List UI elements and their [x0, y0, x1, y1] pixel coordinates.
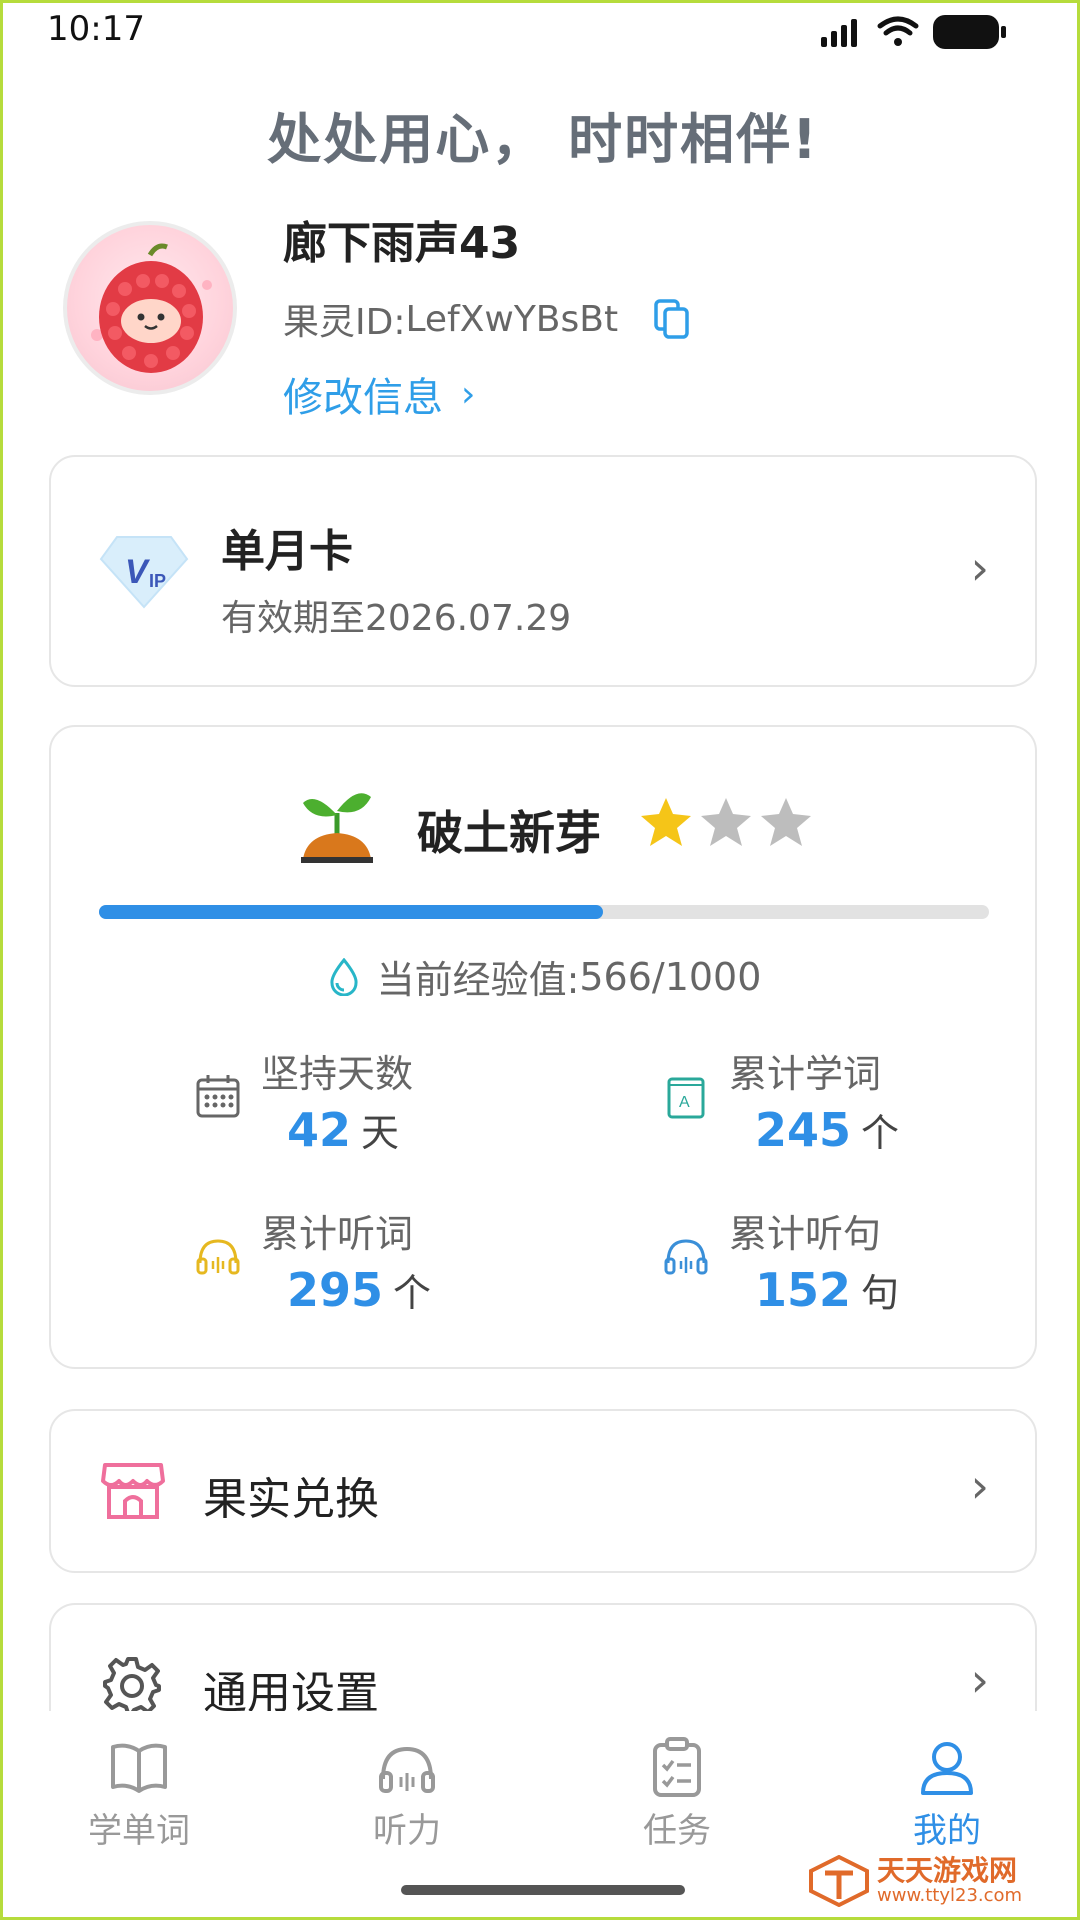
nav-label: 学单词 [88, 1811, 190, 1851]
sprout-icon [301, 793, 373, 863]
stat-value: 152 [755, 1263, 852, 1317]
svg-text:A: A [679, 1094, 690, 1111]
calendar-icon [196, 1075, 240, 1118]
stat-value: 295 [287, 1263, 384, 1317]
star-empty-icon [701, 798, 751, 846]
chevron-right-icon: › [970, 1459, 989, 1513]
fruit-exchange-row[interactable]: 果实兑换 › [49, 1409, 1037, 1573]
fruit-exchange-label: 果实兑换 [203, 1474, 379, 1525]
home-indicator[interactable] [401, 1885, 685, 1895]
stat-words: A 累计学词 245 个 [663, 1043, 899, 1157]
copy-icon[interactable] [654, 299, 690, 339]
svg-text:IP: IP [149, 571, 166, 591]
username: 廊下雨声43 [283, 218, 521, 269]
watermark-text: 天天游戏网 [877, 1853, 1018, 1887]
user-id-value: LefXwYBsBt [405, 298, 619, 340]
chevron-right-icon: › [970, 1653, 989, 1707]
vip-plan-name: 单月卡 [221, 526, 353, 577]
slogan: 处处用心， 时时相伴! [267, 108, 819, 171]
stat-days: 坚持天数 42 天 [195, 1043, 413, 1157]
book-icon [111, 1743, 167, 1793]
stat-label: 累计听词 [261, 1212, 414, 1256]
star-filled-icon [641, 798, 691, 846]
clipboard-icon [653, 1737, 701, 1797]
user-id-row: 果灵ID: LefXwYBsBt [283, 293, 690, 345]
water-drop-icon [330, 957, 358, 996]
nav-label: 听力 [373, 1811, 441, 1851]
stat-listen-words: 累计听词 295 个 [195, 1203, 431, 1317]
level-stars [639, 795, 813, 849]
watermark-url: www.ttyl23.com [877, 1884, 1023, 1906]
chevron-right-icon: › [970, 541, 989, 595]
nav-item-listening[interactable]: 听力 [327, 1737, 487, 1852]
store-icon [101, 1463, 165, 1519]
level-name: 破土新芽 [417, 806, 601, 860]
edit-profile-link[interactable]: 修改信息 › [283, 365, 475, 423]
exp-progress-bar [99, 905, 989, 919]
chevron-right-icon: › [461, 373, 476, 415]
stat-value: 245 [755, 1103, 852, 1157]
status-icons [819, 15, 1007, 49]
headphones-icon [379, 1746, 435, 1793]
level-card: 破土新芽 当前经验值: 566/1000 坚持天数 42 天 A 累计学词 24… [49, 725, 1037, 1369]
headphones-blue-icon [664, 1239, 708, 1275]
vip-card[interactable]: V IP 单月卡 有效期至2026.07.29 › [49, 455, 1037, 687]
exp-label: 当前经验值: [376, 958, 580, 1002]
wifi-icon [877, 16, 919, 46]
nav-label: 我的 [913, 1811, 981, 1851]
headphones-yellow-icon [196, 1239, 240, 1275]
user-id-label: 果灵ID: [283, 302, 406, 343]
vip-expiry: 有效期至2026.07.29 [221, 598, 572, 639]
vip-diamond-icon: V IP [99, 536, 189, 609]
stat-unit: 天 [361, 1111, 400, 1155]
exp-value: 566/1000 [579, 954, 762, 999]
star-empty-icon [761, 798, 811, 846]
nav-item-tasks[interactable]: 任务 [597, 1737, 757, 1852]
stat-unit: 个 [393, 1271, 432, 1315]
exp-row: 当前经验值: 566/1000 [51, 949, 1039, 1004]
stat-value: 42 [287, 1103, 352, 1157]
stat-unit: 个 [861, 1111, 900, 1155]
stat-label: 累计听句 [729, 1212, 882, 1256]
person-icon [921, 1742, 973, 1795]
word-book-icon: A [667, 1077, 705, 1119]
status-time: 10:17 [47, 9, 145, 49]
svg-text:V: V [125, 553, 151, 591]
gear-icon [103, 1657, 161, 1715]
edit-profile-label: 修改信息 [283, 375, 443, 421]
nav-label: 任务 [643, 1811, 711, 1851]
lychee-avatar-icon [91, 243, 212, 373]
battery-icon [933, 15, 1006, 49]
stat-listen-sentences: 累计听句 152 句 [663, 1203, 899, 1317]
nav-item-mine[interactable]: 我的 [867, 1737, 1027, 1852]
stat-label: 累计学词 [729, 1052, 882, 1096]
watermark: 天天游戏网 www.ttyl23.com [809, 1855, 1022, 1907]
stat-label: 坚持天数 [261, 1052, 414, 1096]
stat-unit: 句 [861, 1271, 900, 1315]
watermark-logo-icon [809, 1855, 869, 1907]
nav-item-learn-words[interactable]: 学单词 [59, 1737, 219, 1852]
exp-progress-fill [99, 905, 603, 919]
avatar[interactable] [63, 221, 237, 395]
signal-icon [821, 19, 857, 47]
